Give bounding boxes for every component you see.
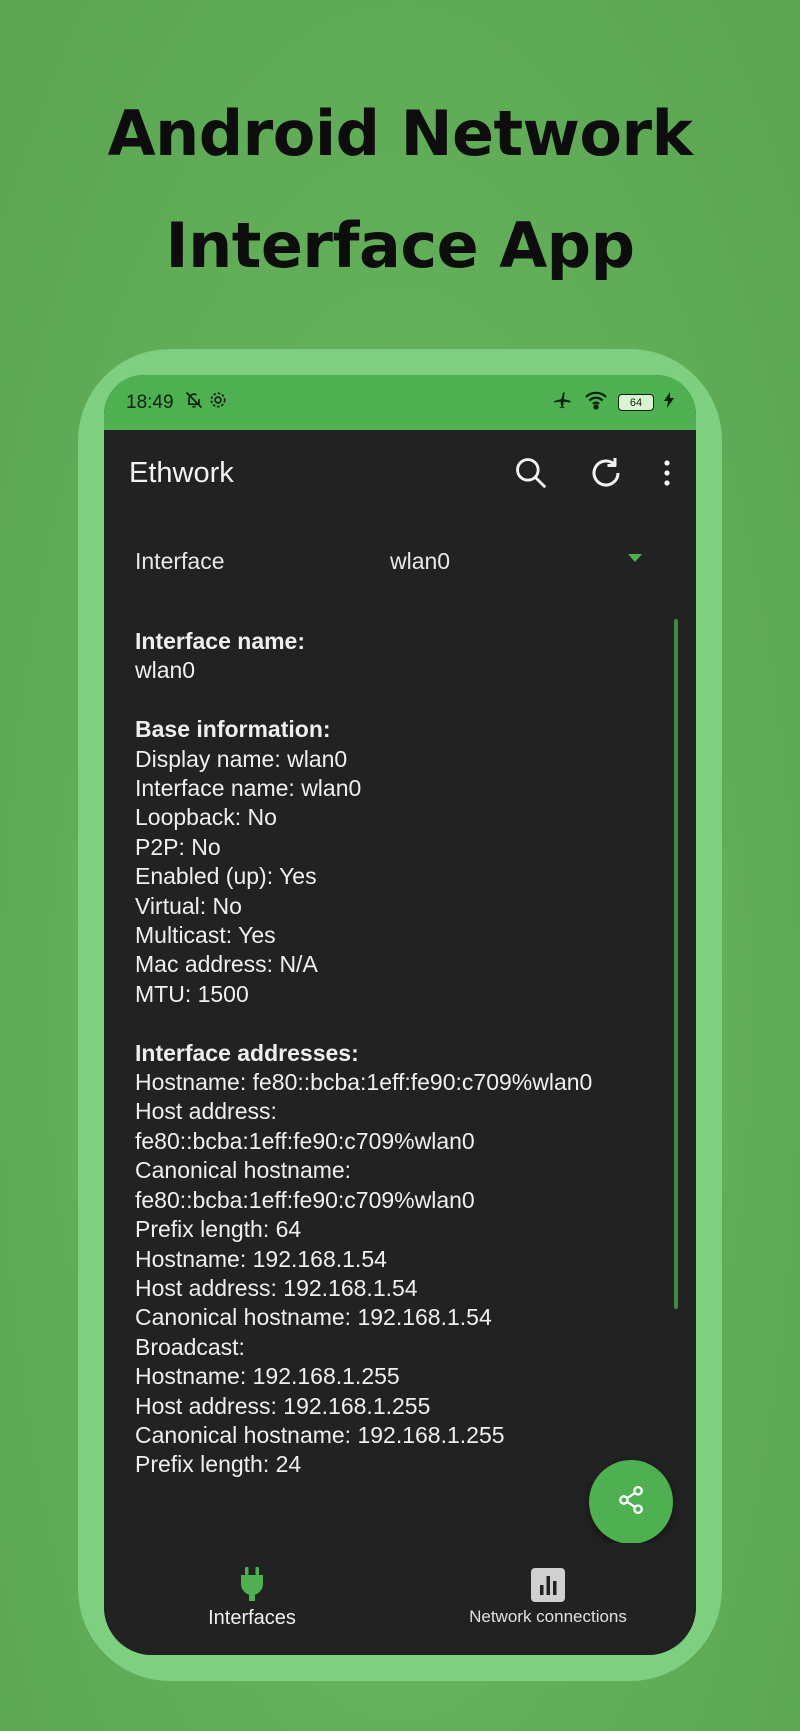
detail-line: Virtual: No	[135, 892, 242, 919]
detail-line: Broadcast:	[135, 1333, 245, 1360]
dropdown-arrow-icon[interactable]	[628, 554, 642, 562]
detail-line: Host address:	[135, 1098, 277, 1125]
detail-line: Canonical hostname: 192.168.1.54	[135, 1304, 492, 1331]
section-heading: Interface addresses:	[135, 1039, 359, 1066]
phone-screen: 18:49 64 Ethwork Interface wlan0 Interfa…	[104, 375, 696, 1655]
detail-line: Hostname: 192.168.1.255	[135, 1363, 400, 1390]
bottom-navigation: Interfaces Network connections	[104, 1543, 696, 1655]
share-icon	[614, 1483, 648, 1521]
airplane-icon	[552, 390, 574, 415]
battery-icon: 64	[618, 394, 654, 411]
detail-line: wlan0	[135, 657, 196, 684]
charging-bolt-icon	[664, 392, 674, 413]
nav-item-network-connections[interactable]: Network connections	[400, 1543, 696, 1655]
detail-line: Multicast: Yes	[135, 922, 276, 949]
interface-selector-value[interactable]: wlan0	[390, 548, 450, 575]
detail-line: Host address: 192.168.1.255	[135, 1392, 431, 1419]
detail-line: fe80::bcba:1eff:fe90:c709%wlan0	[135, 1127, 475, 1154]
scrollbar[interactable]	[674, 619, 678, 1309]
section-interface-addresses: Interface addresses: Hostname: fe80::bcb…	[135, 1039, 665, 1480]
detail-line: P2P: No	[135, 833, 221, 860]
settings-gear-icon	[208, 390, 228, 415]
interface-details: Interface name: wlan0 Base information: …	[135, 627, 665, 1509]
headline-line-2: Interface App	[165, 209, 635, 282]
detail-line: Prefix length: 64	[135, 1216, 302, 1243]
headline-line-1: Android Network	[107, 97, 693, 170]
share-button[interactable]	[589, 1460, 673, 1544]
detail-line: Interface name: wlan0	[135, 775, 362, 802]
search-icon[interactable]	[512, 454, 550, 492]
nav-item-label: Network connections	[469, 1607, 627, 1626]
detail-line: Host address: 192.168.1.54	[135, 1274, 418, 1301]
interface-selector-label: Interface	[135, 547, 225, 574]
detail-line: Hostname: 192.168.1.54	[135, 1245, 387, 1272]
detail-line: Hostname: fe80::bcba:1eff:fe90:c709%wlan…	[135, 1069, 593, 1096]
detail-line: Loopback: No	[135, 804, 277, 831]
refresh-icon[interactable]	[588, 455, 624, 491]
section-heading: Interface name:	[135, 628, 306, 654]
more-vert-icon[interactable]	[662, 459, 672, 487]
section-heading: Base information:	[135, 716, 331, 743]
plug-icon	[238, 1566, 266, 1608]
bell-off-icon	[184, 390, 204, 415]
detail-line: Prefix length: 24	[135, 1451, 302, 1478]
app-bar: Ethwork	[104, 430, 696, 516]
nav-item-interfaces[interactable]: Interfaces	[104, 1543, 400, 1655]
section-interface-name: Interface name: wlan0	[135, 627, 665, 686]
headline: Android Network Interface App	[0, 78, 800, 302]
detail-line: Display name: wlan0	[135, 745, 348, 772]
detail-line: Enabled (up): Yes	[135, 863, 317, 890]
detail-line: Mac address: N/A	[135, 951, 318, 978]
bar-chart-icon	[531, 1567, 565, 1607]
section-base-information: Base information: Display name: wlan0 In…	[135, 715, 665, 1009]
detail-line: fe80::bcba:1eff:fe90:c709%wlan0	[135, 1186, 475, 1213]
status-time: 18:49	[126, 391, 174, 413]
app-title: Ethwork	[129, 456, 234, 489]
interface-selector[interactable]: Interface wlan0	[104, 516, 696, 606]
nav-item-label: Interfaces	[208, 1607, 296, 1629]
detail-line: Canonical hostname:	[135, 1157, 352, 1184]
status-bar: 18:49 64	[104, 375, 696, 430]
detail-line: Canonical hostname: 192.168.1.255	[135, 1421, 505, 1448]
detail-line: MTU: 1500	[135, 980, 249, 1007]
wifi-icon	[584, 390, 608, 415]
